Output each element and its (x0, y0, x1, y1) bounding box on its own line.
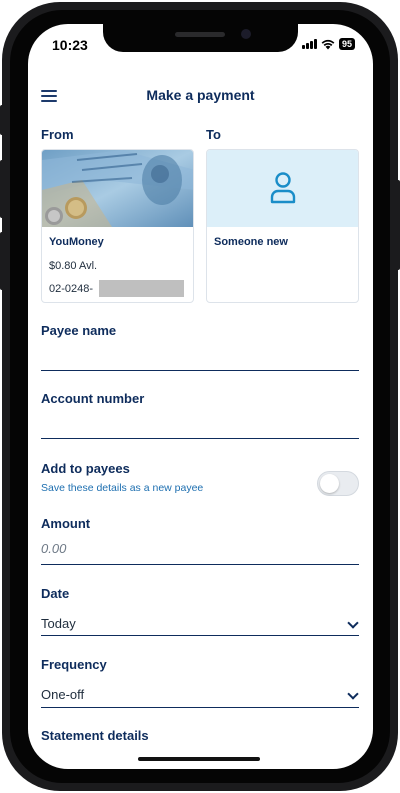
phone-side-button-action (0, 105, 4, 135)
from-account-name: YouMoney (49, 236, 104, 248)
redacted-account-digits (99, 280, 184, 297)
frequency-chevron-down-icon[interactable] (347, 688, 359, 700)
status-icons: 95 (301, 38, 355, 50)
to-someone-new-card[interactable]: Someone new (206, 149, 359, 303)
camera-notch (103, 24, 298, 52)
to-option-label: Someone new (214, 236, 288, 248)
speaker-grille (175, 32, 225, 37)
from-label: From (41, 127, 74, 142)
battery-icon: 95 (338, 38, 355, 50)
date-select[interactable]: Today (41, 616, 76, 631)
page-title: Make a payment (146, 87, 255, 103)
from-account-number: 02-0248- (49, 283, 94, 295)
account-number-underline (41, 438, 359, 439)
frequency-select[interactable]: One-off (41, 687, 84, 702)
app-screen: 10:23 95 Make a payment From To YouMoney… (28, 24, 373, 769)
wifi-icon (321, 39, 335, 49)
frequency-underline (41, 707, 359, 708)
home-indicator[interactable] (138, 757, 260, 761)
statement-details-label: Statement details (41, 728, 149, 743)
amount-underline (41, 564, 359, 565)
add-to-payees-label: Add to payees (41, 461, 130, 476)
amount-input[interactable]: 0.00 (41, 541, 66, 556)
person-icon (270, 172, 296, 204)
payee-name-label: Payee name (41, 323, 117, 338)
date-chevron-down-icon[interactable] (347, 617, 359, 629)
payee-name-input[interactable] (41, 346, 359, 368)
add-to-payees-toggle[interactable] (317, 471, 359, 496)
toggle-knob (320, 474, 339, 493)
phone-side-button-power (396, 180, 400, 270)
amount-label: Amount (41, 516, 91, 531)
date-underline (41, 635, 359, 636)
front-camera (241, 29, 251, 39)
to-card-header (207, 150, 358, 227)
to-label: To (206, 127, 221, 142)
date-label: Date (41, 586, 70, 601)
account-number-label: Account number (41, 391, 145, 406)
payee-name-underline (41, 370, 359, 371)
account-number-input[interactable] (41, 414, 359, 436)
phone-side-button-volume-down (0, 232, 4, 290)
from-account-card[interactable]: YouMoney $0.80 Avl. 02-0248- (41, 149, 194, 303)
banknote-image (42, 150, 193, 227)
status-time: 10:23 (52, 37, 88, 53)
phone-side-button-volume-up (0, 160, 4, 218)
add-to-payees-subtitle: Save these details as a new payee (41, 482, 204, 494)
from-account-balance: $0.80 Avl. (49, 260, 98, 272)
signal-icon (301, 39, 317, 49)
frequency-label: Frequency (41, 657, 107, 672)
